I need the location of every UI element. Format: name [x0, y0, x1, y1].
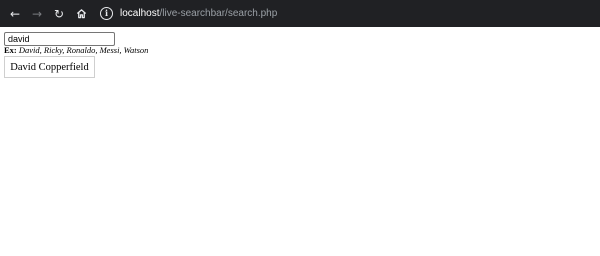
- reload-icon: ↻: [53, 6, 65, 21]
- url-host: localhost: [120, 8, 160, 19]
- address-bar[interactable]: i localhost/live-searchbar/search.php: [98, 4, 283, 23]
- example-names: David, Ricky, Ronaldo, Messi, Watson: [18, 45, 149, 55]
- info-icon[interactable]: i: [100, 7, 113, 20]
- arrow-left-icon: ←: [9, 6, 21, 21]
- home-button[interactable]: [70, 0, 92, 27]
- url-path: /live-searchbar/search.php: [159, 8, 278, 19]
- arrow-right-icon: →: [31, 6, 43, 21]
- example-label: Ex:: [4, 45, 17, 55]
- forward-button[interactable]: →: [26, 0, 48, 27]
- page-content: Ex: David, Ricky, Ronaldo, Messi, Watson…: [0, 27, 600, 256]
- search-input[interactable]: [4, 32, 115, 46]
- back-button[interactable]: ←: [4, 0, 26, 27]
- home-icon: [76, 9, 86, 19]
- search-result-item[interactable]: David Copperfield: [4, 56, 95, 78]
- search-result-name: David Copperfield: [10, 61, 89, 73]
- example-hint: Ex: David, Ricky, Ronaldo, Messi, Watson: [4, 45, 148, 55]
- browser-toolbar: ← → ↻ i localhost/live-searchbar/search.…: [0, 0, 600, 27]
- reload-button[interactable]: ↻: [48, 0, 70, 27]
